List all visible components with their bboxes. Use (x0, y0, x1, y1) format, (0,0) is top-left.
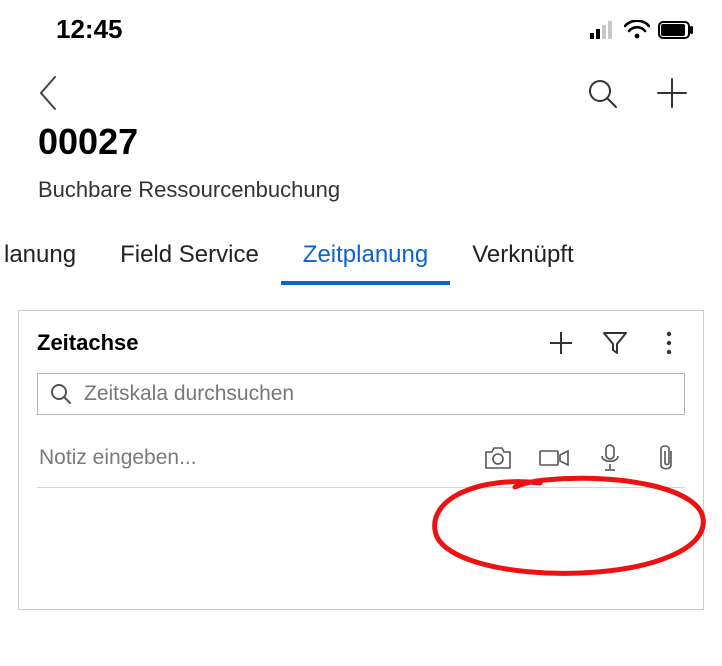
add-button[interactable] (650, 71, 694, 115)
microphone-button[interactable] (593, 441, 627, 475)
video-button[interactable] (537, 441, 571, 475)
search-icon (50, 383, 72, 405)
status-time: 12:45 (56, 14, 123, 45)
timeline-add-button[interactable] (545, 327, 577, 359)
note-entry-row (37, 433, 685, 488)
record-header: 00027 Buchbare Ressourcenbuchung (0, 115, 722, 203)
header-nav (0, 53, 722, 115)
tab-bar: lanung Field Service Zeitplanung Verknüp… (0, 233, 722, 286)
status-bar: 12:45 (0, 0, 722, 53)
back-button[interactable] (28, 73, 68, 113)
tab-zeitplanung[interactable]: Zeitplanung (281, 233, 450, 285)
timeline-search[interactable] (37, 373, 685, 415)
timeline-panel: Zeitachse (18, 310, 704, 610)
wifi-icon (624, 20, 650, 40)
camera-button[interactable] (481, 441, 515, 475)
note-input[interactable] (39, 446, 459, 470)
timeline-more-button[interactable] (653, 327, 685, 359)
record-title: 00027 (38, 121, 684, 163)
timeline-title: Zeitachse (37, 330, 523, 356)
search-button[interactable] (580, 71, 624, 115)
timeline-search-input[interactable] (84, 382, 672, 406)
status-icons (590, 20, 694, 40)
tab-verknuepft[interactable]: Verknüpft (450, 233, 595, 285)
tab-field-service[interactable]: Field Service (98, 233, 281, 285)
cellular-icon (590, 21, 616, 39)
attachment-button[interactable] (649, 441, 683, 475)
record-subtitle: Buchbare Ressourcenbuchung (38, 177, 684, 203)
timeline-header: Zeitachse (37, 327, 685, 369)
battery-icon (658, 21, 694, 39)
tab-planung[interactable]: lanung (4, 233, 98, 285)
timeline-filter-button[interactable] (599, 327, 631, 359)
